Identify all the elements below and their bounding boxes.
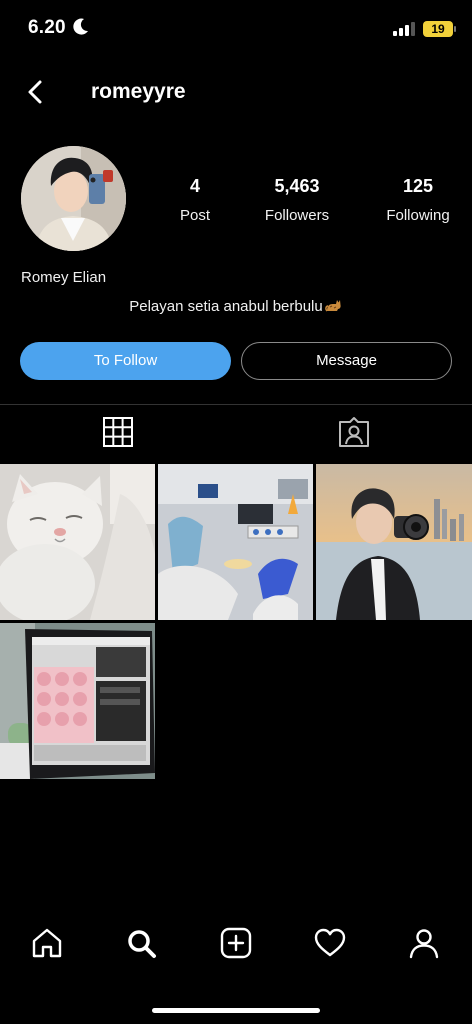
profile-bio-row: Pelayan setia anabul berbulu <box>0 297 472 315</box>
followers-stat[interactable]: 5,463 Followers <box>252 176 342 224</box>
message-button[interactable]: Message <box>241 342 452 380</box>
battery-icon: 19 <box>423 21 453 37</box>
posts-label: Post <box>179 207 210 224</box>
follow-button[interactable]: To Follow <box>20 342 231 380</box>
post-lab-experiment[interactable] <box>158 464 313 620</box>
post-laptop-screen[interactable] <box>0 623 155 779</box>
back-icon[interactable] <box>22 78 50 106</box>
battery-cap <box>454 26 456 32</box>
create-icon[interactable] <box>219 926 253 960</box>
post-camera-portrait[interactable] <box>316 464 472 620</box>
followers-count: 5,463 <box>274 176 320 196</box>
followers-label: Followers <box>264 207 330 224</box>
profile-icon[interactable] <box>407 926 441 960</box>
home-indicator[interactable] <box>152 1008 320 1013</box>
heart-icon[interactable] <box>313 926 347 960</box>
status-bar: 6.20 19 <box>0 0 472 56</box>
avatar-image <box>21 146 126 251</box>
post-image <box>158 464 313 620</box>
avatar[interactable] <box>21 146 126 251</box>
home-icon[interactable] <box>30 926 64 960</box>
post-image <box>316 464 472 620</box>
moon-icon <box>73 18 88 35</box>
profile-full-name: Romey Elian <box>21 269 107 286</box>
following-label: Following <box>386 207 450 224</box>
following-stat[interactable]: 125 Following <box>375 176 461 224</box>
profile-username: romeyyre <box>91 80 186 103</box>
bottom-nav <box>0 920 472 970</box>
tagged-icon[interactable] <box>336 414 372 450</box>
profile-header: romeyyre <box>0 68 472 116</box>
profile-bio: Pelayan setia anabul berbulu <box>129 298 323 315</box>
post-image <box>0 464 155 620</box>
cat-emoji-icon <box>324 300 341 312</box>
post-image <box>0 623 155 779</box>
following-count: 125 <box>402 176 434 196</box>
tabs-divider <box>0 404 472 405</box>
grid-icon[interactable] <box>100 414 136 450</box>
status-time: 6.20 <box>28 17 66 38</box>
search-icon[interactable] <box>124 926 158 960</box>
posts-stat[interactable]: 4 Post <box>165 176 225 224</box>
signal-icon <box>393 22 415 36</box>
post-white-cat[interactable] <box>0 464 155 620</box>
posts-count: 4 <box>189 176 200 196</box>
